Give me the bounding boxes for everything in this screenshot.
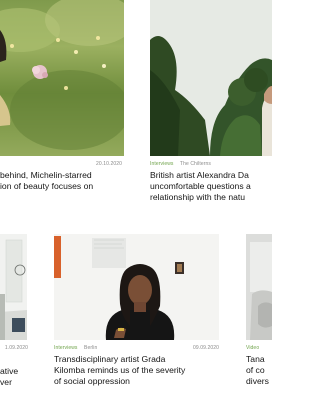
video-photo-art: [246, 234, 272, 340]
article-category[interactable]: Video: [246, 345, 259, 351]
article-card[interactable]: 1.09.2020 ative ver: [0, 234, 28, 406]
article-meta: Video: [246, 345, 272, 351]
article-card[interactable]: Video Tana of co divers: [246, 234, 272, 406]
article-date: 09.09.2020: [192, 345, 219, 351]
article-category[interactable]: Interviews: [54, 345, 78, 351]
portrait-photo-art: [54, 234, 219, 340]
article-date: 20.10.2020: [95, 161, 122, 167]
article-image-video[interactable]: [246, 234, 272, 340]
garden-photo-art: [0, 0, 124, 150]
article-title[interactable]: Transdisciplinary artist Grada Kilomba r…: [54, 354, 185, 387]
article-image-grada-kilomba[interactable]: [54, 234, 219, 340]
article-meta: Interviews Berlin 09.09.2020: [54, 345, 219, 351]
article-category[interactable]: Interviews: [150, 161, 174, 167]
article-location: Berlin: [84, 345, 98, 351]
article-meta: Interviews The Chilterns: [150, 161, 272, 167]
article-date: 1.09.2020: [4, 345, 28, 351]
article-title[interactable]: British artist Alexandra Da uncomfortabl…: [150, 170, 251, 203]
article-image-interior[interactable]: [0, 234, 27, 340]
article-title[interactable]: Tana of co divers: [246, 354, 269, 387]
article-image-garden-flowers[interactable]: [0, 0, 124, 156]
article-title[interactable]: behind, Michelin-starred ion of beauty f…: [0, 170, 93, 192]
article-title[interactable]: ative ver: [0, 366, 18, 388]
forest-photo-art: [150, 0, 272, 156]
article-location: The Chilterns: [179, 161, 211, 167]
article-image-forest-portrait[interactable]: [150, 0, 272, 156]
article-card[interactable]: 20.10.2020 behind, Michelin-starred ion …: [0, 0, 124, 210]
interior-photo-art: [0, 234, 27, 340]
article-card[interactable]: Interviews The Chilterns British artist …: [150, 0, 272, 210]
article-card[interactable]: Interviews Berlin 09.09.2020 Transdiscip…: [54, 234, 219, 406]
